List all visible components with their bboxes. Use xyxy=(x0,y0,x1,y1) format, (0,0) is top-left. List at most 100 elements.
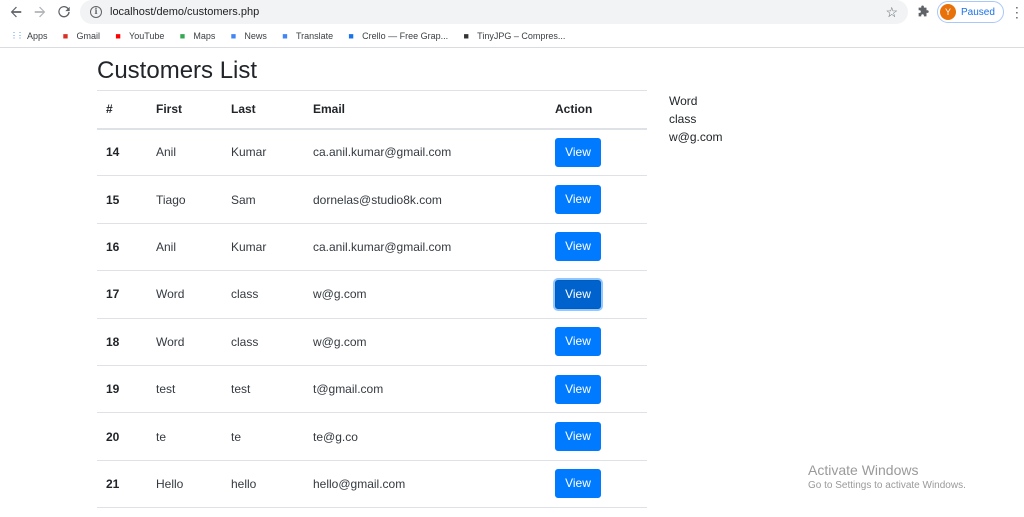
back-arrow-icon[interactable] xyxy=(4,0,28,24)
column-header-id: # xyxy=(97,90,147,130)
maps-icon: ■ xyxy=(179,30,186,41)
detail-first-name: Word xyxy=(669,94,698,108)
bookmark-item[interactable]: ■ Maps xyxy=(176,30,216,42)
youtube-icon: ■ xyxy=(115,30,121,41)
table-row: 14 Anil Kumar ca.anil.kumar@gmail.com View xyxy=(97,128,647,177)
apps-grid-icon: ⋮⋮ xyxy=(10,31,24,40)
cell-action: View xyxy=(546,270,647,319)
cell-id: 14 xyxy=(97,128,147,177)
table-row: 20 te te te@g.co View xyxy=(97,412,647,461)
news-icon: ■ xyxy=(230,30,237,41)
column-header-action: Action xyxy=(546,90,647,130)
table-row: 15 Tiago Sam dornelas@studio8k.com View xyxy=(97,175,647,224)
cell-id: 16 xyxy=(97,223,147,272)
translate-icon: ■ xyxy=(282,30,288,41)
cell-action: View xyxy=(546,128,647,177)
profile-button[interactable]: Y Paused xyxy=(937,1,1004,23)
cell-email: w@g.com xyxy=(304,318,546,366)
bookmarks-bar: ⋮⋮ Apps ■ Gmail ■ YouTube ■ Maps ■ News ■ Translate… xyxy=(0,24,1024,48)
bookmark-item[interactable]: ■ TinyJPG – Compres... xyxy=(460,30,565,42)
cell-first-name: Anil xyxy=(147,223,222,272)
cell-email: t@gmail.com xyxy=(304,365,546,414)
cell-last-name: te xyxy=(222,412,304,461)
view-button[interactable]: View xyxy=(555,469,601,499)
more-menu-icon[interactable]: ⋮ xyxy=(1010,5,1024,19)
column-header-first: First xyxy=(147,90,222,130)
cell-last-name: Kumar xyxy=(222,128,304,177)
detail-email: w@g.com xyxy=(669,130,723,144)
cell-first-name: test xyxy=(147,365,222,414)
cell-id: 21 xyxy=(97,460,147,509)
cell-id: 19 xyxy=(97,365,147,414)
browser-toolbar: i localhost/demo/customers.php ☆ Y Pause… xyxy=(0,0,1024,24)
cell-action: View xyxy=(546,365,647,414)
customer-detail-panel: Word class w@g.com xyxy=(669,92,723,146)
bookmark-label: Translate xyxy=(295,30,334,41)
bookmark-label: Maps xyxy=(193,30,216,41)
bookmark-label: Apps xyxy=(27,30,48,41)
cell-last-name: class xyxy=(222,270,304,319)
bookmark-item[interactable]: ■ YouTube xyxy=(112,30,164,42)
table-header-row: # First Last Email Action xyxy=(97,90,647,130)
view-button[interactable]: View xyxy=(555,185,601,215)
bookmark-item[interactable]: ■ Translate xyxy=(279,30,333,42)
bookmark-label: Crello — Free Grap... xyxy=(362,30,449,41)
extensions-puzzle-icon[interactable] xyxy=(915,4,931,20)
cell-email: dornelas@studio8k.com xyxy=(304,175,546,224)
table-row: 19 test test t@gmail.com View xyxy=(97,365,647,414)
cell-id: 15 xyxy=(97,175,147,224)
column-header-last: Last xyxy=(222,90,304,130)
table-row: 21 Hello hello hello@gmail.com View xyxy=(97,460,647,509)
cell-action: View xyxy=(546,175,647,224)
windows-activation-watermark: Activate Windows Go to Settings to activ… xyxy=(808,462,966,491)
watermark-subtitle: Go to Settings to activate Windows. xyxy=(808,480,966,491)
forward-arrow-icon[interactable] xyxy=(28,0,52,24)
cell-action: View xyxy=(546,223,647,272)
cell-action: View xyxy=(546,412,647,461)
bookmark-label: News xyxy=(244,30,267,41)
bookmark-item[interactable]: ■ Crello — Free Grap... xyxy=(345,30,448,42)
crello-icon: ■ xyxy=(348,30,354,41)
url-text[interactable]: localhost/demo/customers.php xyxy=(110,6,259,18)
cell-last-name: Kumar xyxy=(222,223,304,272)
view-button[interactable]: View xyxy=(555,374,601,404)
cell-last-name: class xyxy=(222,318,304,366)
table-row: 16 Anil Kumar ca.anil.kumar@gmail.com View xyxy=(97,223,647,272)
bookmark-item[interactable]: ■ Gmail xyxy=(60,30,101,42)
cell-first-name: Word xyxy=(147,270,222,319)
table-row: 18 Word class w@g.com View xyxy=(97,318,647,366)
cell-action: View xyxy=(546,318,647,366)
cell-first-name: Tiago xyxy=(147,175,222,224)
cell-email: hello@gmail.com xyxy=(304,460,546,509)
cell-id: 17 xyxy=(97,270,147,319)
view-button[interactable]: View xyxy=(555,232,601,262)
cell-first-name: Hello xyxy=(147,460,222,509)
view-button[interactable]: View xyxy=(555,137,601,167)
page-title: Customers List xyxy=(97,57,258,84)
cell-email: te@g.co xyxy=(304,412,546,461)
gmail-icon: ■ xyxy=(62,30,69,41)
detail-last-name: class xyxy=(669,112,697,126)
bookmark-label: Gmail xyxy=(76,30,101,41)
cell-first-name: Anil xyxy=(147,128,222,177)
cell-email: ca.anil.kumar@gmail.com xyxy=(304,128,546,177)
tinyjpg-icon: ■ xyxy=(463,30,469,41)
view-button[interactable]: View xyxy=(555,422,601,452)
site-info-icon[interactable]: i xyxy=(90,6,102,18)
bookmark-item[interactable]: ■ News xyxy=(227,30,267,42)
cell-last-name: Sam xyxy=(222,175,304,224)
cell-first-name: te xyxy=(147,412,222,461)
bookmark-star-icon[interactable]: ☆ xyxy=(885,4,898,20)
view-button[interactable]: View xyxy=(555,327,601,357)
cell-email: ca.anil.kumar@gmail.com xyxy=(304,223,546,272)
address-bar[interactable]: i localhost/demo/customers.php ☆ xyxy=(80,0,908,24)
bookmark-item[interactable]: ⋮⋮ Apps xyxy=(10,30,48,42)
avatar: Y xyxy=(940,4,956,20)
cell-id: 18 xyxy=(97,318,147,366)
view-button[interactable]: View xyxy=(555,279,601,309)
reload-icon[interactable] xyxy=(52,0,76,24)
cell-id: 20 xyxy=(97,412,147,461)
cell-email: w@g.com xyxy=(304,270,546,319)
column-header-email: Email xyxy=(304,90,546,130)
cell-last-name: hello xyxy=(222,460,304,509)
